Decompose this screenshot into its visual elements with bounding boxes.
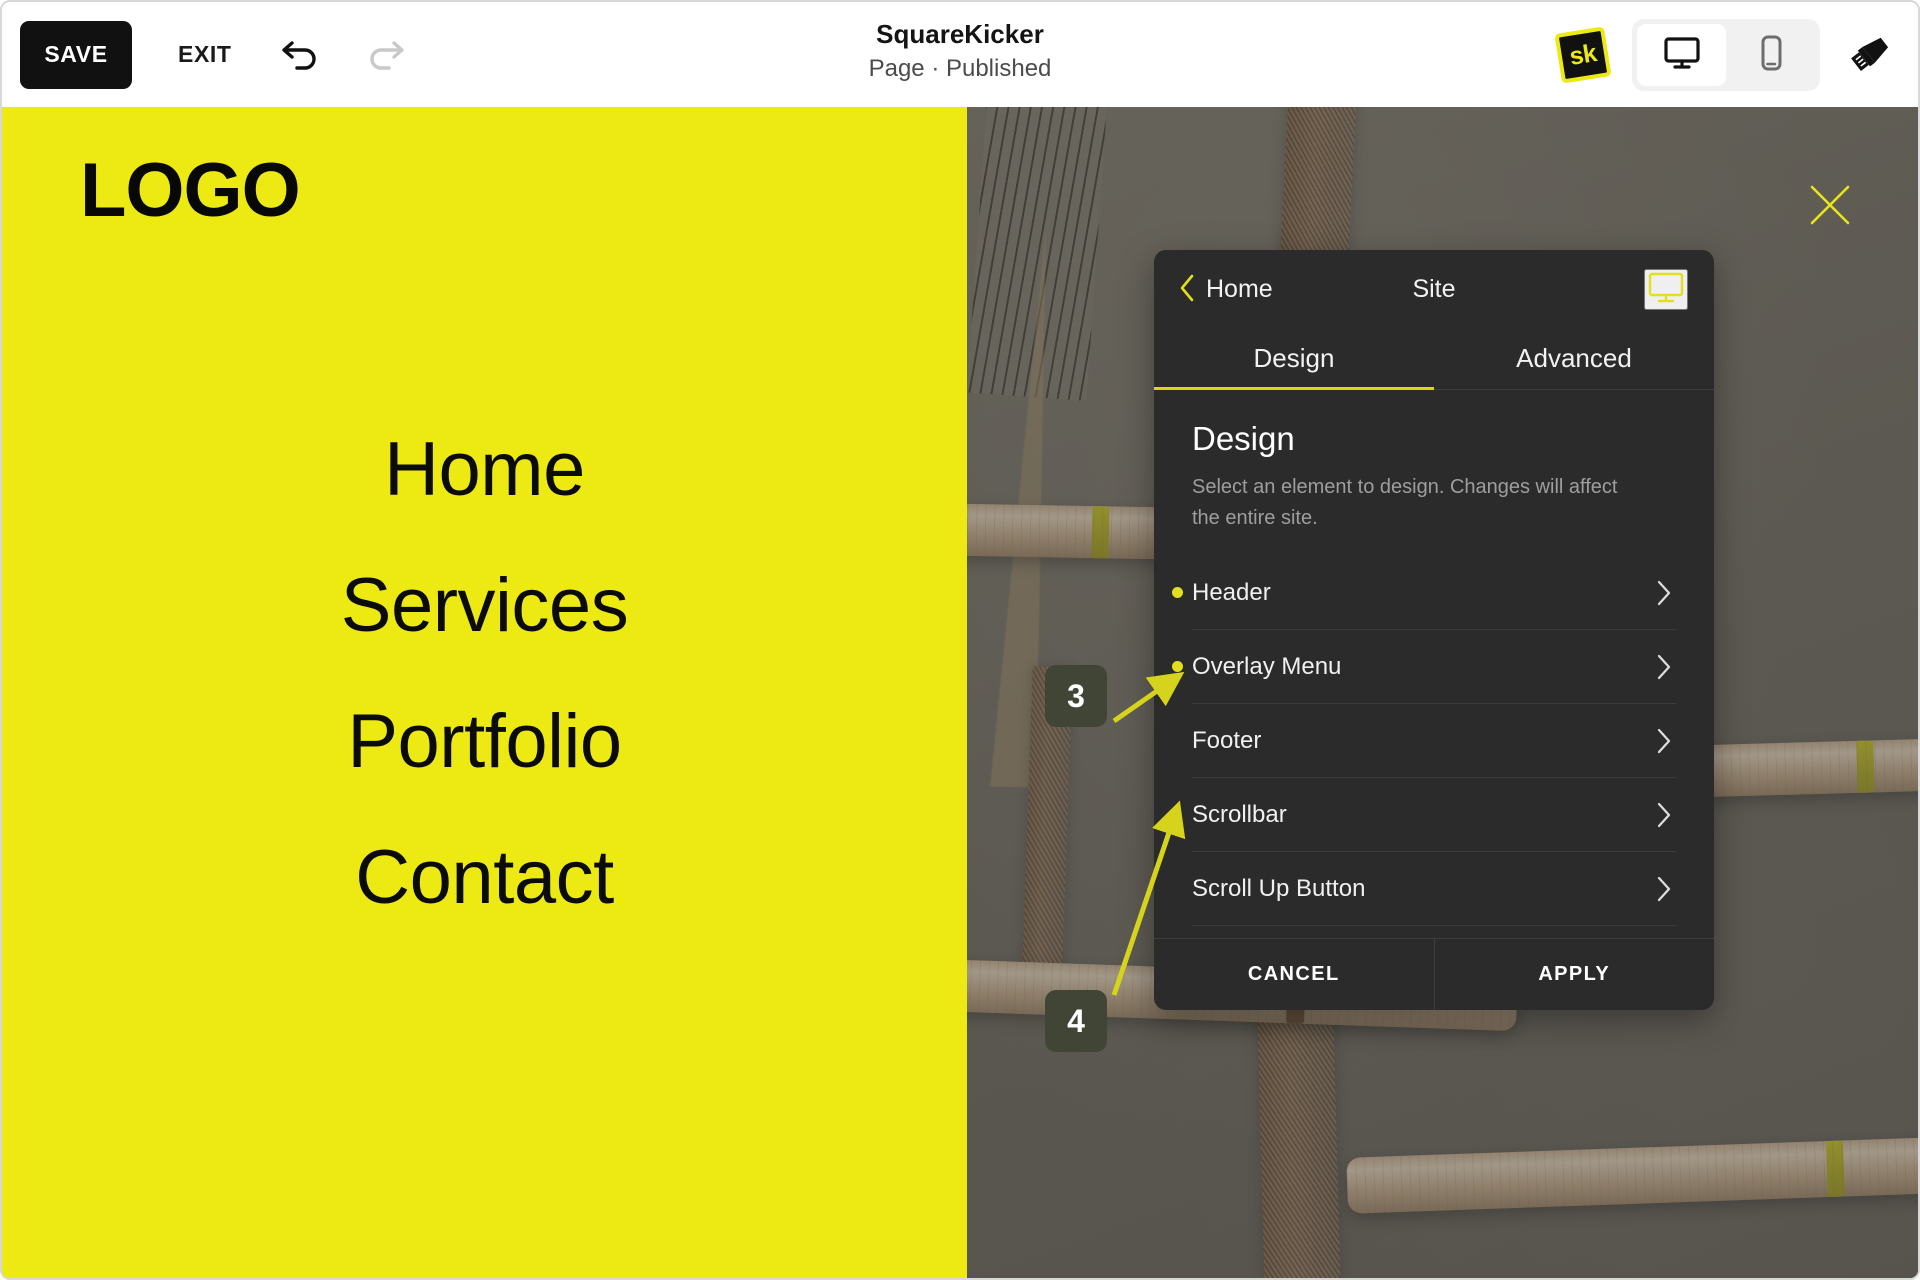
- design-row-overlay-menu[interactable]: Overlay Menu: [1172, 630, 1676, 704]
- device-desktop-option[interactable]: [1637, 23, 1726, 86]
- desktop-monitor-icon: [1646, 271, 1686, 308]
- design-row-footer[interactable]: Footer: [1192, 704, 1676, 778]
- panel-scope-label: Site: [1412, 274, 1456, 303]
- desktop-monitor-icon: [1661, 34, 1703, 75]
- design-row-scrollbar[interactable]: Scrollbar: [1192, 778, 1676, 852]
- design-row-scroll-up-button[interactable]: Scroll Up Button: [1192, 852, 1676, 926]
- close-x-icon[interactable]: [1804, 179, 1856, 231]
- panel-topbar: Home Site: [1154, 250, 1714, 328]
- chevron-right-icon: [1656, 579, 1672, 607]
- chevron-right-icon: [1656, 653, 1672, 681]
- redo-button[interactable]: [362, 31, 410, 79]
- site-logo[interactable]: LOGO: [80, 153, 301, 229]
- page-status-subtitle: Page · Published: [868, 54, 1052, 82]
- panel-body: Design Select an element to design. Chan…: [1154, 390, 1714, 938]
- style-brush-button[interactable]: [1844, 28, 1898, 82]
- page-title-block: SquareKicker Page · Published: [869, 18, 1052, 84]
- chevron-right-icon: [1656, 801, 1672, 829]
- redo-arrow-icon: [364, 33, 408, 76]
- mobile-phone-icon: [1750, 33, 1792, 76]
- save-button[interactable]: SAVE: [20, 20, 132, 89]
- chevron-left-icon: [1178, 273, 1196, 306]
- panel-footer: CANCEL APPLY: [1154, 938, 1714, 1010]
- overlay-nav: Home Services Portfolio Contact: [2, 432, 967, 916]
- cancel-button[interactable]: CANCEL: [1154, 939, 1434, 1010]
- panel-description: Select an element to design. Changes wil…: [1192, 476, 1618, 529]
- design-row-label: Footer: [1192, 726, 1262, 754]
- squarekicker-design-panel: Home Site Design Advanced Design Select …: [1154, 250, 1714, 1010]
- panel-back-button[interactable]: Home: [1178, 273, 1273, 306]
- device-preview-toggle[interactable]: [1632, 18, 1820, 91]
- chevron-right-icon: [1656, 727, 1672, 755]
- device-mobile-option[interactable]: [1726, 24, 1815, 86]
- squarekicker-editor-window: SAVE EXIT SquareKicker Page · Published: [0, 0, 1920, 1280]
- design-row-label: Scrollbar: [1192, 800, 1287, 828]
- paintbrush-icon: [1846, 29, 1896, 80]
- site-preview-canvas: LOGO Home Services Portfolio Contact 3 4: [2, 107, 1918, 1278]
- panel-heading: Design: [1192, 420, 1295, 457]
- exit-button[interactable]: EXIT: [178, 41, 232, 68]
- nav-item-services[interactable]: Services: [341, 568, 629, 644]
- nav-item-contact[interactable]: Contact: [355, 840, 614, 916]
- squarekicker-logo-badge[interactable]: sk: [1554, 25, 1612, 84]
- chevron-right-icon: [1656, 875, 1672, 903]
- design-row-label: Scroll Up Button: [1192, 874, 1366, 902]
- nav-item-portfolio[interactable]: Portfolio: [347, 704, 622, 780]
- callout-badge-4: 4: [1045, 990, 1107, 1052]
- callout-badge-3: 3: [1045, 665, 1107, 727]
- panel-back-label: Home: [1206, 274, 1273, 303]
- panel-device-toggle-button[interactable]: [1644, 268, 1688, 310]
- app-title: SquareKicker: [876, 19, 1044, 49]
- modified-dot-indicator: [1172, 587, 1183, 598]
- undo-arrow-icon: [278, 33, 322, 76]
- apply-button[interactable]: APPLY: [1435, 939, 1715, 1010]
- modified-dot-indicator: [1172, 661, 1183, 672]
- editor-toolbar: SAVE EXIT SquareKicker Page · Published: [2, 2, 1918, 107]
- panel-tabs: Design Advanced: [1154, 328, 1714, 390]
- tab-advanced[interactable]: Advanced: [1434, 328, 1714, 389]
- undo-button[interactable]: [276, 31, 324, 79]
- design-row-label: Overlay Menu: [1192, 652, 1342, 680]
- tab-design[interactable]: Design: [1154, 328, 1434, 390]
- overlay-menu-preview: LOGO Home Services Portfolio Contact: [2, 107, 967, 1278]
- design-element-list: Header Overlay Menu Footer Scrollbar Scr…: [1172, 556, 1676, 926]
- nav-item-home[interactable]: Home: [384, 432, 585, 508]
- toolbar-right-group: sk: [1554, 2, 1898, 107]
- design-row-label: Header: [1192, 578, 1271, 606]
- design-row-header[interactable]: Header: [1172, 556, 1676, 630]
